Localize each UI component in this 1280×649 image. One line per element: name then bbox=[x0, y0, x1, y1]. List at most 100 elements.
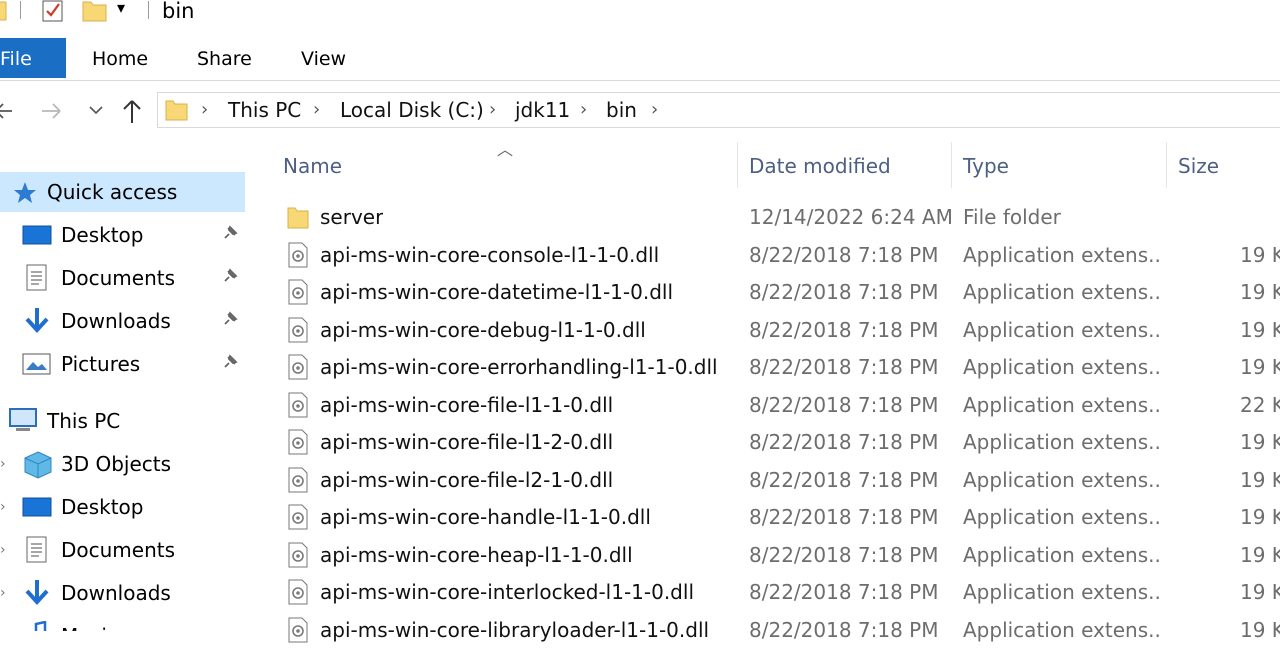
dll-file-icon bbox=[288, 392, 308, 417]
tab-view[interactable]: View bbox=[301, 38, 346, 78]
documents-icon bbox=[26, 264, 47, 291]
file-row[interactable]: api-ms-win-core-file-l1-1-0.dll 8/22/2018… bbox=[250, 387, 1280, 424]
expand-chevron-icon[interactable]: › bbox=[0, 585, 6, 601]
nav-item-downloads[interactable]: › Downloads bbox=[0, 573, 245, 613]
dll-file-icon bbox=[288, 317, 308, 342]
dll-file-icon bbox=[288, 504, 308, 530]
title-bar: ▾ bin bbox=[0, 0, 1280, 30]
file-name: api-ms-win-core-interlocked-l1-1-0.dll bbox=[320, 580, 694, 604]
file-name: api-ms-win-core-debug-l1-1-0.dll bbox=[320, 317, 646, 342]
file-row[interactable]: api-ms-win-core-datetime-l1-1-0.dll 8/22/… bbox=[250, 274, 1280, 311]
nav-item-quick-access[interactable]: Quick access bbox=[0, 172, 245, 212]
file-name: api-ms-win-core-libraryloader-l1-1-0.dll bbox=[320, 617, 710, 642]
dll-file-icon bbox=[288, 354, 308, 380]
nav-label-pictures: Pictures bbox=[61, 352, 141, 376]
pin-icon[interactable] bbox=[221, 224, 239, 242]
tab-file[interactable]: File bbox=[0, 38, 66, 78]
nav-item-pictures-pinned[interactable]: Pictures bbox=[0, 344, 245, 384]
nav-label-downloads: Downloads bbox=[61, 581, 171, 605]
file-row[interactable]: api-ms-win-core-heap-l1-1-0.dll 8/22/2018… bbox=[250, 537, 1280, 574]
file-row[interactable]: api-ms-win-core-file-l1-2-0.dll 8/22/2018… bbox=[250, 424, 1280, 461]
file-date-modified: 8/22/2018 7:18 PM bbox=[749, 355, 939, 379]
file-name: api-ms-win-core-file-l2-1-0.dll bbox=[320, 467, 614, 492]
back-arrow-icon[interactable] bbox=[0, 99, 14, 123]
nav-item-documents-pinned[interactable]: Documents bbox=[0, 258, 245, 298]
file-row[interactable]: api-ms-win-core-debug-l1-1-0.dll 8/22/201… bbox=[250, 312, 1280, 349]
nav-item-desktop-pinned[interactable]: Desktop bbox=[0, 215, 245, 255]
file-date-modified: 8/22/2018 7:18 PM bbox=[749, 317, 939, 342]
breadcrumb-chevron-icon[interactable]: › bbox=[313, 96, 320, 124]
dll-file-icon bbox=[288, 429, 308, 455]
file-row[interactable]: api-ms-win-core-file-l2-1-0.dll 8/22/2018… bbox=[250, 462, 1280, 499]
breadcrumb-chevron-icon[interactable]: › bbox=[201, 96, 208, 124]
file-row[interactable]: api-ms-win-core-console-l1-1-0.dll 8/22/2… bbox=[250, 237, 1280, 274]
navigation-pane: Quick access Desktop Documents Downloads… bbox=[0, 140, 250, 631]
file-name: server bbox=[320, 205, 384, 229]
column-header-name[interactable]: Name bbox=[283, 150, 342, 182]
file-type: Application extens... bbox=[963, 430, 1163, 454]
forward-arrow-icon[interactable] bbox=[40, 99, 64, 123]
qa-separator bbox=[148, 1, 149, 19]
pin-icon[interactable] bbox=[221, 310, 239, 328]
tab-home[interactable]: Home bbox=[92, 38, 148, 78]
new-folder-icon[interactable] bbox=[82, 0, 108, 22]
nav-item-desktop[interactable]: › Desktop bbox=[0, 487, 245, 527]
computer-icon bbox=[9, 408, 37, 431]
expand-chevron-icon[interactable]: › bbox=[0, 456, 6, 472]
tab-share[interactable]: Share bbox=[197, 38, 252, 78]
nav-label-desktop: Desktop bbox=[61, 495, 144, 519]
file-type: Application extens... bbox=[963, 617, 1163, 642]
file-size: 22 K bbox=[1240, 392, 1280, 417]
file-size: 19 K bbox=[1240, 467, 1280, 492]
file-row[interactable]: api-ms-win-core-interlocked-l1-1-0.dll 8/… bbox=[250, 574, 1280, 611]
file-date-modified: 8/22/2018 7:18 PM bbox=[749, 392, 939, 417]
nav-item-music[interactable]: Music bbox=[0, 616, 245, 631]
up-arrow-icon[interactable] bbox=[120, 97, 144, 125]
properties-checkmark-icon[interactable] bbox=[41, 0, 65, 24]
breadcrumb-chevron-icon[interactable]: › bbox=[580, 96, 587, 124]
nav-item-this-pc[interactable]: This PC bbox=[0, 401, 245, 441]
file-type: Application extens... bbox=[963, 467, 1163, 492]
column-header-type[interactable]: Type bbox=[963, 150, 1009, 182]
breadcrumb-local-disk[interactable]: Local Disk (C:) bbox=[340, 96, 484, 124]
file-name: api-ms-win-core-datetime-l1-1-0.dll bbox=[320, 280, 674, 304]
file-size: 19 K bbox=[1240, 430, 1280, 454]
qa-separator bbox=[20, 1, 21, 19]
file-name: api-ms-win-core-file-l1-2-0.dll bbox=[320, 430, 614, 454]
breadcrumb-jdk11[interactable]: jdk11 bbox=[515, 96, 570, 124]
customize-qa-dropdown-icon[interactable]: ▾ bbox=[117, 0, 125, 17]
file-row[interactable]: api-ms-win-core-libraryloader-l1-1-0.dll… bbox=[250, 612, 1280, 649]
breadcrumb-this-pc[interactable]: This PC bbox=[228, 96, 301, 124]
folder-icon bbox=[287, 207, 309, 229]
column-divider[interactable] bbox=[951, 142, 952, 188]
file-date-modified: 8/22/2018 7:18 PM bbox=[749, 280, 939, 304]
expand-chevron-icon[interactable]: › bbox=[0, 542, 6, 558]
column-header-date-modified[interactable]: Date modified bbox=[749, 150, 891, 182]
desktop-icon bbox=[22, 497, 52, 517]
expand-chevron-icon[interactable]: › bbox=[0, 499, 6, 515]
address-bar[interactable] bbox=[157, 92, 1280, 128]
nav-item-downloads-pinned[interactable]: Downloads bbox=[0, 301, 245, 341]
nav-label-documents: Documents bbox=[61, 538, 176, 562]
music-icon bbox=[34, 621, 47, 631]
column-header-size[interactable]: Size bbox=[1178, 150, 1219, 182]
nav-item-3d-objects[interactable]: › 3D Objects bbox=[0, 444, 245, 484]
pin-icon[interactable] bbox=[221, 353, 239, 371]
column-divider[interactable] bbox=[1166, 142, 1167, 188]
breadcrumb-chevron-icon[interactable]: › bbox=[489, 96, 496, 124]
nav-item-documents[interactable]: › Documents bbox=[0, 530, 245, 570]
file-type: Application extens... bbox=[963, 505, 1163, 529]
column-divider[interactable] bbox=[737, 142, 738, 188]
breadcrumb-bin[interactable]: bin bbox=[606, 96, 637, 124]
file-type: Application extens... bbox=[963, 280, 1163, 304]
3d-objects-icon bbox=[24, 451, 52, 479]
breadcrumb-chevron-icon[interactable]: › bbox=[651, 96, 658, 124]
folder-row[interactable]: server 12/14/2022 6:24 AM File folder bbox=[250, 199, 1280, 236]
recent-locations-chevron-down-icon[interactable] bbox=[88, 103, 104, 117]
file-size: 19 K bbox=[1240, 542, 1280, 567]
file-name: api-ms-win-core-errorhandling-l1-1-0.dll bbox=[320, 355, 718, 379]
file-row[interactable]: api-ms-win-core-errorhandling-l1-1-0.dll… bbox=[250, 349, 1280, 386]
file-row[interactable]: api-ms-win-core-handle-l1-1-0.dll 8/22/20… bbox=[250, 499, 1280, 536]
file-size: 19 K bbox=[1240, 617, 1280, 642]
pin-icon[interactable] bbox=[221, 267, 239, 285]
